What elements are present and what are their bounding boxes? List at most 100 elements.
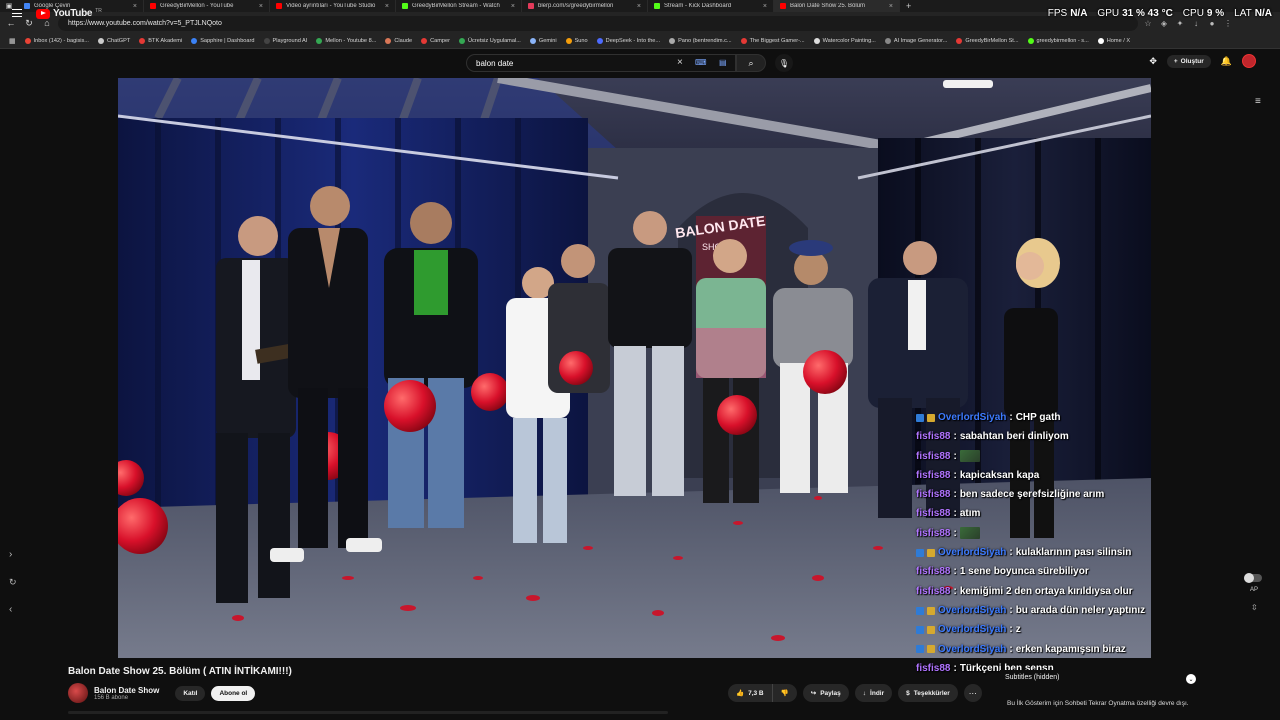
bookmark-item[interactable]: Ücretsiz Uygulamal... bbox=[456, 38, 524, 44]
back-icon[interactable]: ← bbox=[4, 16, 18, 30]
browser-tab[interactable]: Video ayrıntıları - YouTube Studio × bbox=[270, 0, 396, 12]
chevron-left-icon[interactable]: ‹ bbox=[9, 604, 12, 615]
chat-username[interactable]: fisfis88 bbox=[916, 562, 950, 581]
apps-icon[interactable]: ▦ bbox=[6, 37, 19, 45]
chat-username[interactable]: fisfis88 bbox=[916, 504, 950, 523]
bookmark-item[interactable]: Inbox (142) - bagisis... bbox=[22, 38, 92, 44]
chat-badge-icon bbox=[927, 548, 935, 557]
bookmark-item[interactable]: Home / X bbox=[1095, 38, 1133, 44]
subscribe-button[interactable]: Abone ol bbox=[211, 685, 256, 701]
bookmark-item[interactable]: BTK Akademi bbox=[136, 38, 185, 44]
browser-tab[interactable]: GreedyBirMellon - YouTube × bbox=[144, 0, 270, 12]
cast-icon[interactable]: ✥ bbox=[1149, 56, 1157, 67]
chat-username[interactable]: OverlordSiyah bbox=[938, 601, 1006, 620]
thumbs-down-icon: 👎 bbox=[780, 690, 789, 697]
reload-icon[interactable]: ↻ bbox=[22, 16, 36, 30]
bookmark-item[interactable]: AI Image Generator... bbox=[882, 38, 950, 44]
bookmark-favicon-icon bbox=[956, 38, 963, 44]
clear-search-icon[interactable]: × bbox=[677, 57, 683, 68]
bookmark-item[interactable]: ChatGPT bbox=[95, 38, 133, 44]
bookmark-item[interactable]: The Biggest Gamer-... bbox=[738, 38, 808, 44]
bookmark-item[interactable]: Claude bbox=[382, 38, 415, 44]
account-avatar[interactable] bbox=[1242, 54, 1256, 68]
chat-separator: : bbox=[953, 489, 957, 501]
chat-username[interactable]: fisfis88 bbox=[916, 582, 950, 601]
chat-username[interactable]: fisfis88 bbox=[916, 447, 950, 466]
chat-separator: : bbox=[1009, 547, 1013, 559]
chat-separator: : bbox=[1009, 412, 1013, 423]
chevron-right-icon[interactable]: › bbox=[9, 549, 12, 560]
bookmark-item[interactable]: Suno bbox=[563, 38, 591, 44]
download-button[interactable]: ↓ İndir bbox=[854, 684, 893, 702]
search-button[interactable]: ⌕ bbox=[736, 54, 766, 72]
chat-message-text: atım bbox=[959, 508, 981, 520]
tab-close-icon[interactable]: × bbox=[511, 3, 515, 10]
chat-username[interactable]: fisfis88 bbox=[916, 485, 950, 504]
like-count: 7,3 B bbox=[748, 689, 764, 697]
bookmark-favicon-icon bbox=[1097, 38, 1104, 44]
bookmark-item[interactable]: Sapphire | Dashboard bbox=[188, 38, 257, 44]
notifications-bell-icon[interactable]: 🔔 bbox=[1221, 56, 1232, 67]
like-button[interactable]: 👍 7,3 B bbox=[728, 684, 773, 702]
tab-close-icon[interactable]: × bbox=[763, 3, 767, 10]
bookmark-item[interactable]: GreedyBirMellon St... bbox=[953, 38, 1021, 44]
browser-tab[interactable]: Stream - Kick Dashboard × bbox=[648, 0, 774, 12]
search-input[interactable] bbox=[476, 58, 666, 68]
bookmark-item[interactable]: Watercolor Painting... bbox=[811, 38, 879, 44]
chat-username[interactable]: fisfis88 bbox=[916, 659, 950, 678]
youtube-logo[interactable]: YouTube TR bbox=[36, 8, 102, 19]
join-button[interactable]: Katıl bbox=[175, 685, 206, 701]
chat-replay-note: Bu İlk Gösterim için Sohbeti Tekrar Oyna… bbox=[1007, 700, 1189, 707]
more-actions-icon[interactable]: ⋯ bbox=[963, 684, 982, 702]
bookmark-item[interactable]: greedybirmellon - s... bbox=[1025, 38, 1092, 44]
tab-close-icon[interactable]: × bbox=[889, 3, 893, 10]
tab-close-icon[interactable]: × bbox=[385, 3, 389, 10]
bookmark-label: GreedyBirMellon St... bbox=[965, 38, 1019, 44]
chat-username[interactable]: OverlordSiyah bbox=[938, 543, 1006, 562]
autoplay-toggle[interactable] bbox=[1244, 573, 1262, 583]
tab-close-icon[interactable]: × bbox=[637, 3, 641, 10]
keyboard-icon[interactable]: ⌨ bbox=[695, 58, 707, 67]
microphone-icon: 🎙 bbox=[778, 58, 790, 68]
dislike-button[interactable]: 👎 bbox=[772, 684, 797, 702]
chat-badge-icon bbox=[927, 645, 935, 654]
bookmark-item[interactable]: Camper bbox=[418, 38, 453, 44]
chat-menu-icon[interactable]: ≡ bbox=[1255, 96, 1261, 107]
create-button[interactable]: + Oluştur bbox=[1166, 54, 1211, 68]
channel-name[interactable]: Balon Date Show bbox=[94, 686, 159, 695]
scroll-updown-icon[interactable]: ⇳ bbox=[1251, 603, 1258, 612]
chat-username[interactable]: OverlordSiyah bbox=[938, 620, 1006, 639]
new-tab-button[interactable]: + bbox=[900, 1, 917, 11]
hamburger-menu-icon[interactable] bbox=[12, 9, 22, 17]
chat-message: fisfis88: bbox=[916, 524, 1145, 543]
performance-overlay: FPS N/A GPU 31 % 43 °C CPU 9 % LAT N/A bbox=[1048, 8, 1272, 19]
bookmark-item[interactable]: DeepSeek - Into the... bbox=[594, 38, 663, 44]
refresh-icon[interactable]: ↻ bbox=[9, 577, 17, 588]
bookmark-item[interactable]: Gemini bbox=[527, 38, 560, 44]
browser-tab[interactable]: blerp.com/s/greedybirmellon × bbox=[522, 0, 648, 12]
browser-tab[interactable]: GreedyBirMellon Stream - Watch × bbox=[396, 0, 522, 12]
tab-favicon-icon bbox=[654, 3, 660, 9]
chat-username[interactable]: fisfis88 bbox=[916, 524, 950, 543]
tab-close-icon[interactable]: × bbox=[133, 3, 137, 10]
plus-icon: + bbox=[1173, 57, 1178, 65]
url-field[interactable]: https://www.youtube.com/watch?v=5_PTJLNQ… bbox=[58, 15, 1138, 31]
voice-search-button[interactable]: 🎙 bbox=[775, 54, 793, 72]
chat-username[interactable]: OverlordSiyah bbox=[938, 640, 1006, 659]
subtitles-header[interactable]: Subtitles (hidden) bbox=[1005, 674, 1059, 681]
tab-favicon-icon bbox=[150, 3, 156, 9]
bookmark-item[interactable]: Mellon - Youtube 8... bbox=[313, 38, 379, 44]
bookmark-item[interactable]: Pano (bentrendim.c... bbox=[666, 38, 734, 44]
browser-tab[interactable]: Balon Date Show 25. Bölüm × bbox=[774, 0, 900, 12]
chat-badge-icon bbox=[916, 548, 924, 557]
search-extension-icon[interactable]: ▤ bbox=[719, 58, 727, 67]
chat-username[interactable]: fisfis88 bbox=[916, 466, 950, 485]
chat-username[interactable]: OverlordSiyah bbox=[938, 408, 1006, 427]
bookmark-item[interactable]: Playground AI bbox=[261, 38, 311, 44]
tab-close-icon[interactable]: × bbox=[259, 3, 263, 10]
share-button[interactable]: ↪ Paylaş bbox=[802, 684, 849, 702]
thanks-button[interactable]: $ Teşekkürler bbox=[898, 684, 958, 702]
channel-avatar[interactable] bbox=[68, 683, 88, 703]
chevron-down-icon[interactable]: ⌄ bbox=[1186, 674, 1196, 684]
chat-username[interactable]: fisfis88 bbox=[916, 427, 950, 446]
